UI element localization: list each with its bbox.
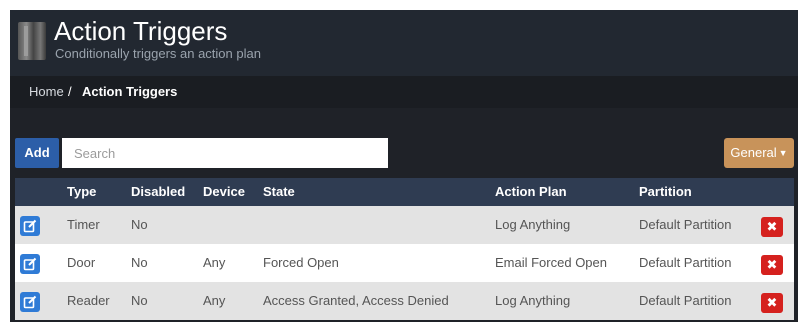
caret-down-icon: ▼ <box>778 148 788 158</box>
column-header-device[interactable]: Device <box>203 178 245 206</box>
cell-type: Reader <box>67 293 110 308</box>
column-header-action-plan[interactable]: Action Plan <box>495 178 567 206</box>
breadcrumb: Home / Action Triggers <box>10 76 798 108</box>
table-header: Type Disabled Device State Action Plan P… <box>15 178 794 206</box>
app-logo-icon <box>18 22 46 60</box>
delete-button[interactable]: ✖ <box>761 255 783 275</box>
general-dropdown-label: General <box>730 145 777 160</box>
breadcrumb-home-link[interactable]: Home <box>29 76 64 108</box>
delete-button[interactable]: ✖ <box>761 293 783 313</box>
edit-icon <box>23 257 37 271</box>
edit-button[interactable] <box>20 254 40 274</box>
cell-device: Any <box>203 255 226 270</box>
cell-partition: Default Partition <box>639 255 732 270</box>
edit-button[interactable] <box>20 216 40 236</box>
page-subtitle: Conditionally triggers an action plan <box>55 46 261 61</box>
column-header-type[interactable]: Type <box>67 178 96 206</box>
search-input[interactable] <box>62 138 388 168</box>
page-header: Action Triggers Conditionally triggers a… <box>10 10 798 76</box>
edit-icon <box>23 219 37 233</box>
table-row: Reader No Any Access Granted, Access Den… <box>15 282 794 320</box>
action-triggers-table: Type Disabled Device State Action Plan P… <box>15 178 794 320</box>
column-header-state[interactable]: State <box>263 178 295 206</box>
cell-partition: Default Partition <box>639 217 732 232</box>
delete-icon: ✖ <box>766 219 778 234</box>
breadcrumb-current: Action Triggers <box>82 84 178 99</box>
column-header-disabled[interactable]: Disabled <box>131 178 185 206</box>
delete-button[interactable]: ✖ <box>761 217 783 237</box>
cell-type: Door <box>67 255 96 270</box>
delete-icon: ✖ <box>766 257 778 272</box>
breadcrumb-separator: / <box>68 84 72 99</box>
cell-disabled: No <box>131 293 148 308</box>
cell-state: Access Granted, Access Denied <box>263 293 449 308</box>
column-header-partition[interactable]: Partition <box>639 178 692 206</box>
edit-icon <box>23 295 37 309</box>
cell-disabled: No <box>131 217 148 232</box>
cell-device: Any <box>203 293 226 308</box>
edit-button[interactable] <box>20 292 40 312</box>
table-row: Door No Any Forced Open Email Forced Ope… <box>15 244 794 282</box>
delete-icon: ✖ <box>766 295 778 310</box>
cell-action-plan: Email Forced Open <box>495 255 607 270</box>
table-row: Timer No Log Anything Default Partition … <box>15 206 794 244</box>
cell-type: Timer <box>67 217 100 232</box>
page-title: Action Triggers <box>54 16 228 46</box>
cell-action-plan: Log Anything <box>495 217 571 232</box>
cell-action-plan: Log Anything <box>495 293 571 308</box>
cell-partition: Default Partition <box>639 293 732 308</box>
general-dropdown-button[interactable]: General ▼ <box>724 138 794 168</box>
cell-disabled: No <box>131 255 148 270</box>
cell-state: Forced Open <box>263 255 339 270</box>
add-button[interactable]: Add <box>15 138 59 168</box>
action-triggers-page: Action Triggers Conditionally triggers a… <box>10 10 798 322</box>
